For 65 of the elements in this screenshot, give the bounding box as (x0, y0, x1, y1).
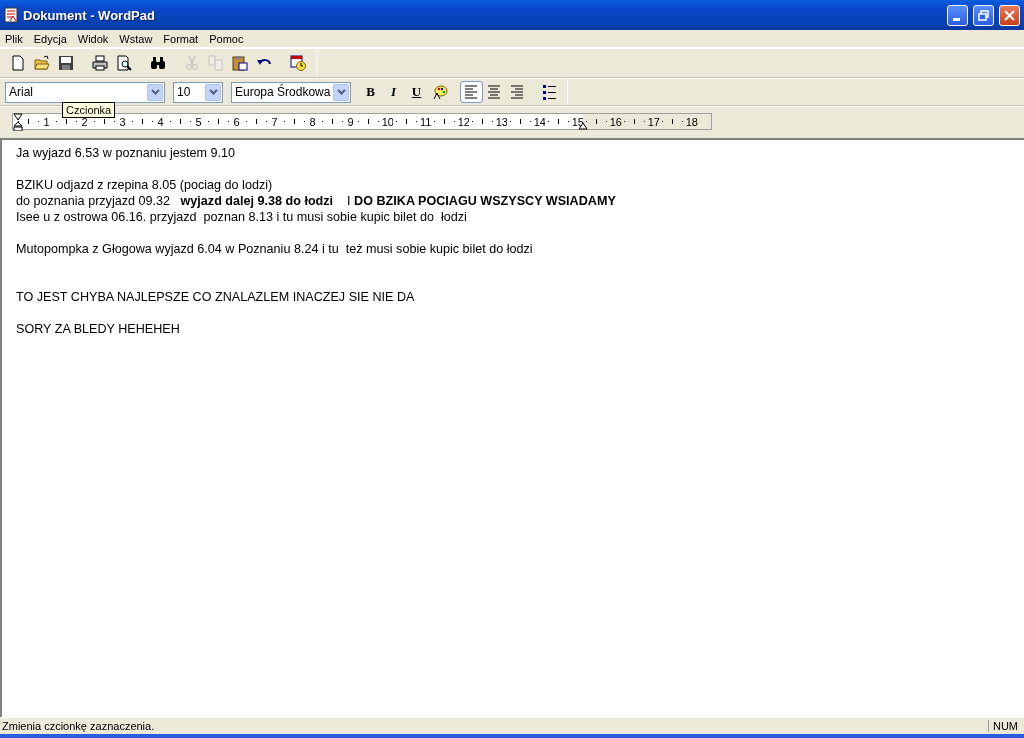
text-line: SORY ZA BLEDY HEHEHEH (16, 321, 181, 337)
restore-icon (978, 9, 989, 21)
printer-icon (91, 55, 108, 71)
tooltip: Czcionka (62, 102, 116, 118)
font-combo[interactable]: Arial (5, 81, 165, 103)
ruler-number: 8 (308, 115, 317, 128)
page-icon (9, 55, 26, 71)
ruler-number: 13 (495, 115, 507, 128)
ruler-number: 10 (381, 115, 393, 128)
minimize-button[interactable] (947, 4, 968, 26)
ruler-number: 6 (232, 115, 241, 128)
ruler-number: 2 (80, 115, 89, 128)
text-line: Mutopompka z Głogowa wyjazd 6.04 w Poznaniu 8.24 i tu też musi sobie kupic bilet do łodzi (16, 241, 534, 257)
menu-item[interactable]: Pomoc (204, 32, 250, 45)
align-left-button[interactable] (460, 81, 483, 103)
status-message: Zmienia czcionkę zaznaczenia. (1, 720, 156, 732)
text-line: Ja wyjazd 6.53 w poznaniu jestem 9.10 (16, 145, 237, 161)
minimize-icon (952, 17, 960, 21)
text-line: BZIKU odjazd z rzepina 8.05 (pociag do lodzi) (16, 177, 274, 193)
menu-item[interactable]: Edycja (28, 32, 73, 45)
calendar-clock-icon (289, 55, 306, 71)
bullet-list-icon (541, 84, 558, 100)
ruler-number: 12 (457, 115, 469, 128)
magnifier-page-icon (115, 55, 132, 71)
bold-button[interactable]: B (359, 81, 382, 103)
restore-button[interactable] (973, 4, 994, 26)
ruler-number: 7 (270, 115, 279, 128)
document-icon (4, 7, 18, 23)
ruler-number: 18 (685, 115, 697, 128)
ruler-number: 16 (609, 115, 621, 128)
ruler-number: 4 (156, 115, 165, 128)
ruler-number: 17 (647, 115, 659, 128)
binoculars-icon (149, 55, 166, 71)
menu-item[interactable]: Format (158, 32, 205, 45)
num-lock-indicator: NUM (987, 720, 1022, 732)
text-line: TO JEST CHYBA NAJLEPSZE CO ZNALAZLEM INACZEJ SIE NIE DA (16, 289, 416, 305)
palette-icon (431, 84, 448, 100)
scissors-icon (183, 55, 200, 71)
menu-item[interactable]: Widok (72, 32, 115, 45)
text-line: Isee u z ostrowa 06.16. przyjazd poznan 8.13 i tu musi sobie kupic bilet do łodzi (16, 209, 468, 225)
dropdown-caret-icon (336, 89, 346, 95)
window-title: Dokument - WordPad (23, 7, 156, 23)
align-left-icon (463, 84, 480, 100)
ruler-number: 15 (571, 115, 583, 128)
close-icon (1004, 9, 1015, 21)
ruler-number: 1 (42, 115, 51, 128)
ruler-number: 9 (346, 115, 355, 128)
copy-icon (207, 55, 224, 71)
align-right-icon (509, 84, 526, 100)
italic-button[interactable]: I (382, 81, 405, 103)
align-center-icon (486, 84, 503, 100)
menu-item[interactable]: Plik (0, 32, 29, 45)
ruler-number: 11 (419, 115, 431, 128)
font-size-combo[interactable]: 10 (173, 81, 223, 103)
menu-item[interactable]: Wstaw (114, 32, 159, 45)
ruler-number: 5 (194, 115, 203, 128)
text-line: do poznania przyjazd 09.32 wyjazd dalej 9.38 do łodzi I DO BZIKA POCIAGU WSZYSCY WSIADAMY (16, 193, 617, 209)
clipboard-icon (231, 55, 248, 71)
script-combo[interactable]: Europa Środkowa (231, 81, 351, 103)
ruler-number: 3 (118, 115, 127, 128)
folder-icon (33, 55, 50, 71)
underline-button[interactable]: U (405, 81, 428, 103)
dropdown-caret-icon (208, 89, 218, 95)
dropdown-caret-icon (150, 89, 160, 95)
close-button[interactable] (999, 4, 1020, 26)
